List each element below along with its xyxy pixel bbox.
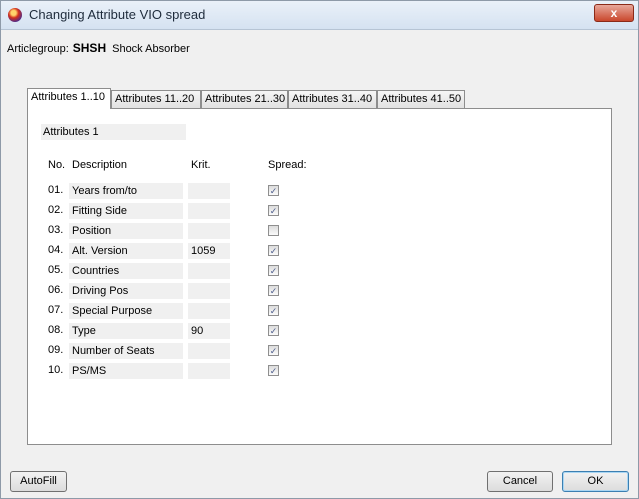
ok-button[interactable]: OK — [562, 471, 629, 492]
attribute-row: 04. Alt. Version 1059 ✓ — [28, 243, 328, 259]
header-description: Description — [72, 159, 128, 171]
row-number: 10. — [48, 364, 64, 376]
cancel-button[interactable]: Cancel — [487, 471, 553, 492]
row-krit-field[interactable] — [188, 263, 230, 279]
row-number: 09. — [48, 344, 64, 356]
attribute-row: 01. Years from/to ✓ — [28, 183, 328, 199]
row-krit-field[interactable]: 90 — [188, 323, 230, 339]
attribute-row: 08. Type 90 ✓ — [28, 323, 328, 339]
row-number: 03. — [48, 224, 64, 236]
spread-checkbox-checked[interactable]: ✓ — [268, 345, 279, 356]
row-number: 01. — [48, 184, 64, 196]
article-group-label: Articlegroup: — [7, 43, 69, 55]
tab-attributes-11-20[interactable]: Attributes 11..20 — [111, 90, 201, 108]
spread-checkbox-checked[interactable]: ✓ — [268, 305, 279, 316]
article-group-code: SHSH — [72, 41, 107, 55]
row-number: 06. — [48, 284, 64, 296]
spread-checkbox-checked[interactable]: ✓ — [268, 245, 279, 256]
row-description: Special Purpose — [69, 303, 183, 319]
attribute-row: 06. Driving Pos ✓ — [28, 283, 328, 299]
spread-checkbox-checked[interactable]: ✓ — [268, 285, 279, 296]
tab-attributes-31-40[interactable]: Attributes 31..40 — [288, 90, 377, 108]
row-krit-field[interactable] — [188, 223, 230, 239]
spread-checkbox-checked[interactable]: ✓ — [268, 265, 279, 276]
row-description: PS/MS — [69, 363, 183, 379]
title-bar[interactable]: Changing Attribute VIO spread x — [1, 1, 638, 30]
tab-panel: Attributes 1 No. Description Krit. Sprea… — [27, 108, 612, 445]
attribute-row: 07. Special Purpose ✓ — [28, 303, 328, 319]
header-no: No. — [48, 159, 66, 171]
row-description: Driving Pos — [69, 283, 183, 299]
close-button[interactable]: x — [594, 4, 634, 22]
row-description: Type — [69, 323, 183, 339]
header-krit: Krit. — [191, 159, 211, 171]
row-description: Number of Seats — [69, 343, 183, 359]
attribute-row: 05. Countries ✓ — [28, 263, 328, 279]
row-number: 08. — [48, 324, 64, 336]
spread-checkbox-checked[interactable]: ✓ — [268, 185, 279, 196]
row-description: Years from/to — [69, 183, 183, 199]
attribute-row: 10. PS/MS ✓ — [28, 363, 328, 379]
row-number: 07. — [48, 304, 64, 316]
row-description: Fitting Side — [69, 203, 183, 219]
row-krit-field[interactable]: 1059 — [188, 243, 230, 259]
row-krit-field[interactable] — [188, 203, 230, 219]
article-group-info: Articlegroup: SHSH Shock Absorber — [7, 41, 190, 55]
row-description: Countries — [69, 263, 183, 279]
attribute-row: 03. Position — [28, 223, 328, 239]
window-title: Changing Attribute VIO spread — [29, 7, 206, 22]
spread-checkbox-checked[interactable]: ✓ — [268, 325, 279, 336]
row-number: 04. — [48, 244, 64, 256]
spread-checkbox[interactable] — [268, 225, 279, 236]
row-krit-field[interactable] — [188, 283, 230, 299]
row-krit-field[interactable] — [188, 303, 230, 319]
section-label: Attributes 1 — [41, 124, 186, 140]
app-icon — [8, 8, 22, 22]
row-number: 02. — [48, 204, 64, 216]
header-spread: Spread: — [268, 159, 307, 171]
tab-attributes-21-30[interactable]: Attributes 21..30 — [201, 90, 288, 108]
spread-checkbox-checked[interactable]: ✓ — [268, 365, 279, 376]
row-krit-field[interactable] — [188, 363, 230, 379]
attribute-row: 09. Number of Seats ✓ — [28, 343, 328, 359]
tab-attributes-1-10[interactable]: Attributes 1..10 — [27, 88, 111, 109]
row-krit-field[interactable] — [188, 183, 230, 199]
row-description: Alt. Version — [69, 243, 183, 259]
row-number: 05. — [48, 264, 64, 276]
tab-attributes-41-50[interactable]: Attributes 41..50 — [377, 90, 465, 108]
spread-checkbox-checked[interactable]: ✓ — [268, 205, 279, 216]
autofill-button[interactable]: AutoFill — [10, 471, 67, 492]
article-group-name: Shock Absorber — [112, 43, 190, 55]
dialog-window: Changing Attribute VIO spread x Articleg… — [0, 0, 639, 499]
row-description: Position — [69, 223, 183, 239]
attribute-row: 02. Fitting Side ✓ — [28, 203, 328, 219]
row-krit-field[interactable] — [188, 343, 230, 359]
